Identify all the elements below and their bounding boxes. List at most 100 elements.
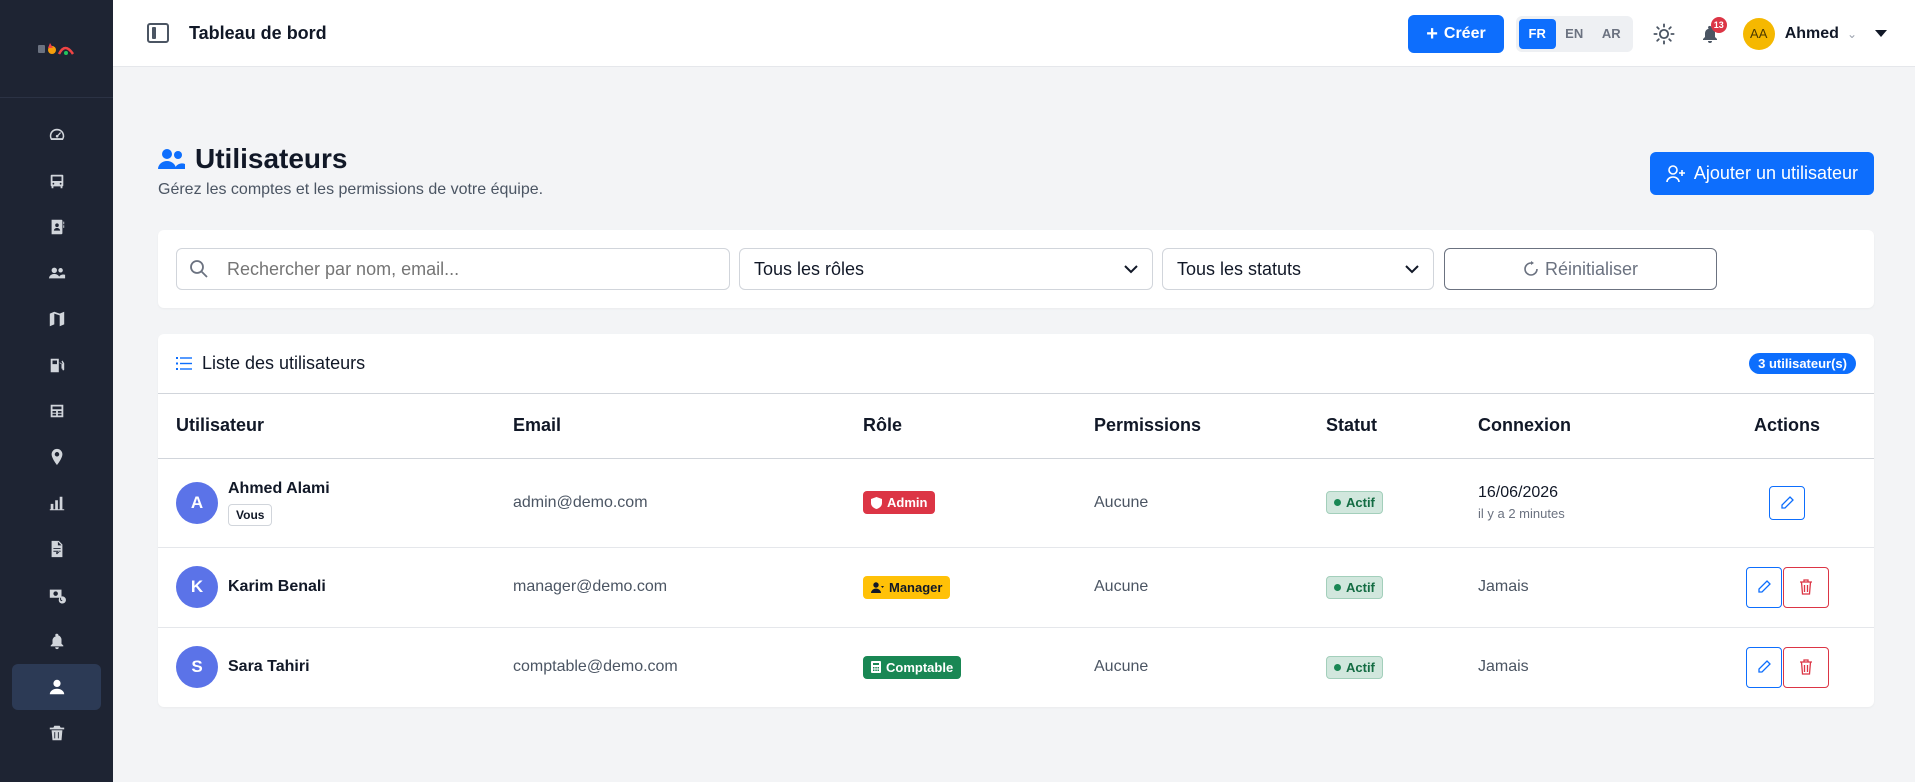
receipt-icon [50, 404, 63, 418]
user-cell: S Sara Tahiri [158, 627, 513, 707]
sidebar [0, 0, 113, 782]
status-dot-icon [1334, 663, 1341, 671]
page-title-top: Tableau de bord [189, 22, 327, 43]
role-label: Manager [889, 579, 943, 595]
user-name: Karim Benali [228, 578, 326, 595]
role-label: Comptable [886, 659, 954, 675]
sun-icon [1653, 22, 1675, 45]
column-header-user[interactable]: Utilisateur [158, 394, 513, 459]
role-cell: Admin [863, 458, 1094, 548]
lang-en[interactable]: EN [1556, 19, 1593, 49]
sidebar-item-dashboard[interactable] [12, 112, 101, 158]
page-title: Utilisateurs [158, 143, 348, 175]
delete-button[interactable] [1782, 646, 1829, 688]
actions-cell [1700, 547, 1874, 628]
main-content: Utilisateurs Gérez les comptes et les pe… [158, 67, 1874, 707]
plus-icon: + [1426, 22, 1438, 45]
avatar[interactable]: AA [1742, 17, 1775, 50]
status-label: Actif [1346, 659, 1375, 675]
bus-icon [50, 174, 63, 189]
status-filter-select[interactable]: Tous les statuts [1162, 248, 1434, 290]
users-list-header: Liste des utilisateurs 3 utilisateur(s) [158, 334, 1874, 394]
actions-cell [1700, 458, 1874, 548]
reset-button[interactable]: Réinitialiser [1444, 248, 1717, 290]
caret-down-icon[interactable] [1875, 30, 1887, 37]
filters-bar: Tous les rôles Tous les statuts Réinitia… [158, 230, 1874, 308]
sidebar-item-receipts[interactable] [12, 388, 101, 434]
trash-icon [1799, 659, 1812, 675]
theme-toggle[interactable] [1649, 19, 1679, 49]
edit-button[interactable] [1745, 646, 1782, 688]
sidebar-item-locations[interactable] [12, 434, 101, 480]
status-cell: Actif [1326, 627, 1478, 707]
edit-button[interactable] [1745, 566, 1782, 608]
page-subtitle: Gérez les comptes et les permissions de … [158, 181, 544, 198]
users-list-card: Liste des utilisateurs 3 utilisateur(s) … [158, 334, 1874, 707]
status-badge: Actif [1326, 655, 1383, 679]
status-cell: Actif [1326, 547, 1478, 628]
role-filter-select[interactable]: Tous les rôles [739, 248, 1153, 290]
user-plus-icon [1666, 164, 1685, 182]
lang-ar[interactable]: AR [1593, 19, 1630, 49]
user-cell: K Karim Benali [158, 547, 513, 628]
last-connection-relative: il y a 2 minutes [1478, 506, 1565, 521]
chevron-down-icon[interactable]: ⌄ [1847, 27, 1857, 41]
status-badge: Actif [1326, 575, 1383, 599]
sidebar-item-finance[interactable] [12, 572, 101, 618]
sidebar-item-map[interactable] [12, 296, 101, 342]
refresh-icon [1524, 261, 1538, 276]
notifications-button[interactable]: 13 [1695, 16, 1727, 49]
role-badge: Comptable [863, 655, 962, 679]
user-permissions: Aucune [1094, 547, 1326, 628]
sidebar-item-fuel[interactable] [12, 342, 101, 388]
role-filter-value: Tous les rôles [754, 258, 865, 279]
chevron-down-icon [1124, 264, 1138, 273]
user-permissions: Aucune [1094, 458, 1326, 548]
create-button-label: Créer [1443, 24, 1486, 42]
topbar-actions: + Créer FR EN AR 13 AA Ahmed ⌄ [1408, 0, 1915, 67]
table-row: S Sara Tahiri comptable@demo.com Comptab… [158, 627, 1874, 707]
status-filter-value: Tous les statuts [1177, 258, 1302, 279]
sidebar-item-trash[interactable] [12, 710, 101, 756]
sidebar-item-team[interactable] [12, 250, 101, 296]
user-email: comptable@demo.com [513, 658, 678, 676]
user-tie-icon [871, 581, 884, 593]
add-user-button-label: Ajouter un utilisateur [1693, 163, 1858, 183]
edit-button[interactable] [1769, 485, 1805, 520]
column-header-connection[interactable]: Connexion [1478, 394, 1700, 459]
column-header-status[interactable]: Statut [1326, 394, 1478, 459]
column-header-role[interactable]: Rôle [863, 394, 1094, 459]
sidebar-item-invoices[interactable] [12, 526, 101, 572]
sidebar-item-reports[interactable] [12, 480, 101, 526]
sidebar-toggle-icon[interactable] [147, 23, 169, 43]
shield-icon [871, 496, 882, 509]
users-icon [48, 267, 65, 279]
user-avatar: K [176, 566, 218, 608]
fuel-pump-icon [50, 358, 64, 373]
file-invoice-icon [51, 540, 62, 558]
app-logo[interactable] [0, 0, 113, 98]
pencil-icon [1757, 660, 1771, 673]
actions-cell [1700, 627, 1874, 707]
trash-icon [49, 725, 64, 741]
role-label: Admin [887, 495, 928, 510]
create-button[interactable]: + Créer [1408, 14, 1504, 53]
sidebar-item-users[interactable] [12, 664, 101, 710]
search-box [176, 248, 730, 290]
user-name[interactable]: Ahmed [1785, 25, 1839, 43]
users-list-title: Liste des utilisateurs [176, 353, 365, 374]
column-header-email[interactable]: Email [513, 394, 863, 459]
location-pin-icon [51, 448, 62, 466]
users-table: Utilisateur Email Rôle Permissions Statu… [158, 394, 1874, 707]
column-header-permissions[interactable]: Permissions [1094, 394, 1326, 459]
delete-button[interactable] [1782, 566, 1829, 608]
reset-button-label: Réinitialiser [1544, 258, 1639, 279]
sidebar-item-contacts[interactable] [12, 204, 101, 250]
sidebar-item-buses[interactable] [12, 158, 101, 204]
users-icon [158, 149, 185, 169]
lang-fr[interactable]: FR [1518, 18, 1556, 49]
role-badge: Manager [863, 575, 951, 599]
sidebar-item-notifications[interactable] [12, 618, 101, 664]
search-input[interactable] [227, 258, 707, 280]
add-user-button[interactable]: Ajouter un utilisateur [1649, 152, 1874, 195]
